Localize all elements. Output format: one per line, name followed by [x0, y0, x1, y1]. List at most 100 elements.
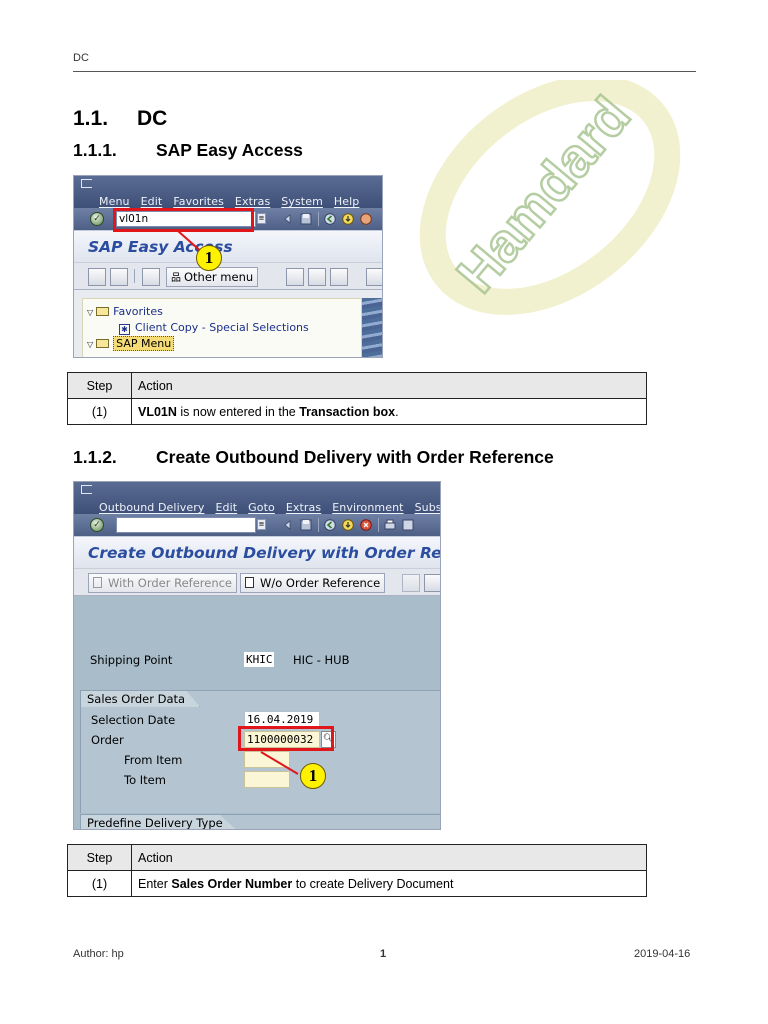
heading-1: 1.1. DC: [73, 107, 167, 131]
image-icon[interactable]: [424, 574, 440, 592]
change-favorites-icon[interactable]: [110, 268, 128, 286]
header-divider: [73, 71, 696, 72]
order-label: Order: [91, 733, 124, 747]
action-bold-text: Transaction box: [299, 404, 396, 419]
footer-author: Author: hp: [73, 948, 124, 960]
sap-title-bar: Create Outbound Delivery with Order Refe: [74, 536, 440, 568]
back-green-icon[interactable]: [324, 519, 336, 531]
menu-item-favorites[interactable]: Favorites: [173, 195, 224, 208]
menu-item-edit[interactable]: Edit: [215, 501, 237, 514]
tree-label: Favorites: [113, 305, 163, 318]
step-action: Enter Sales Order Number to create Deliv…: [131, 870, 647, 897]
hierarchy-icon: 品: [171, 273, 181, 284]
action-text: to create Delivery Document: [292, 876, 454, 891]
menu-item-help[interactable]: Help: [334, 195, 359, 208]
action-bold-text: Sales Order Number: [171, 876, 293, 891]
menu-item-extras[interactable]: Extras: [235, 195, 270, 208]
callout-number-1: 1: [300, 763, 326, 789]
back-green-icon[interactable]: [324, 213, 336, 225]
column-header-step: Step: [67, 372, 132, 399]
sap-menu-bar: Menu Edit Favorites Extras System Help: [74, 176, 382, 208]
toolbar-separator: [318, 518, 319, 532]
sap-menu-items: Outbound Delivery Edit Goto Extras Environme…: [99, 501, 440, 514]
add-to-favorites-icon[interactable]: [88, 268, 106, 286]
action-text: .: [395, 404, 399, 419]
menu-item-menu[interactable]: Menu: [99, 195, 130, 208]
sap-application-toolbar: With Order Reference W/o Order Reference: [74, 568, 440, 596]
footer-page-number: 1: [380, 948, 387, 960]
command-history-icon[interactable]: ≡: [257, 213, 266, 224]
toolbar-separator: [378, 518, 379, 532]
save-icon[interactable]: [300, 519, 312, 531]
column-header-step: Step: [67, 844, 132, 871]
steps-table-2: Step Action (1) Enter Sales Order Number…: [67, 844, 647, 897]
menu-item-subsequent[interactable]: Subse: [415, 501, 440, 514]
step-number: (1): [67, 398, 132, 425]
sap-system-toolbar: ✓ ≡: [74, 514, 440, 536]
action-bold-text: VL01N: [138, 404, 177, 419]
back-triangle-icon[interactable]: [282, 213, 294, 225]
cancel-icon[interactable]: [360, 213, 372, 225]
step-action: VL01N is now entered in the Transaction …: [131, 398, 647, 425]
save-icon[interactable]: [300, 213, 312, 225]
enter-check-icon[interactable]: ✓: [90, 518, 104, 532]
enter-check-icon[interactable]: ✓: [90, 212, 104, 226]
user-menu-icon[interactable]: [142, 268, 160, 286]
toolbar-separator: [134, 269, 135, 283]
disabled-action-icon[interactable]: [402, 574, 420, 592]
back-triangle-icon[interactable]: [282, 519, 294, 531]
other-menu-label: Other menu: [184, 270, 254, 284]
shipping-point-description: HIC - HUB: [293, 653, 350, 667]
column-header-action: Action: [131, 372, 647, 399]
more-dropdown-icon[interactable]: [366, 268, 382, 286]
sap-menu-bar: Outbound Delivery Edit Goto Extras Environme…: [74, 482, 440, 514]
transaction-command-field[interactable]: [116, 517, 256, 533]
action-text: Enter: [138, 876, 172, 891]
tree-node-client-copy[interactable]: ✱ Client Copy - Special Selections: [119, 321, 309, 335]
group-title: Sales Order Data: [80, 690, 201, 707]
footer-date: 2019-04-16: [634, 948, 691, 960]
find-icon[interactable]: [402, 519, 414, 531]
command-history-icon[interactable]: ≡: [257, 519, 266, 530]
shipping-point-field[interactable]: KHIC: [243, 651, 275, 668]
with-order-reference-button[interactable]: With Order Reference: [88, 573, 238, 593]
transaction-icon: ✱: [119, 324, 130, 335]
menu-item-environment[interactable]: Environment: [332, 501, 403, 514]
tree-node-favorites[interactable]: ▽ Favorites: [87, 305, 163, 318]
menu-item-system[interactable]: System: [281, 195, 323, 208]
highlight-order-field: [238, 726, 334, 751]
action-text: is now entered in the: [176, 404, 300, 419]
menu-item-extras[interactable]: Extras: [286, 501, 321, 514]
menu-item-edit[interactable]: Edit: [141, 195, 163, 208]
without-order-reference-button[interactable]: W/o Order Reference: [240, 573, 386, 593]
document-icon: [245, 577, 254, 588]
cancel-icon[interactable]: [360, 519, 372, 531]
button-label: W/o Order Reference: [260, 576, 381, 590]
sap-easy-access-screenshot: Menu Edit Favorites Extras System Help ✓ vl01…: [73, 175, 383, 358]
heading-title: Create Outbound Delivery with Order Refe…: [156, 447, 554, 467]
print-icon[interactable]: [384, 519, 396, 531]
button-label: With Order Reference: [108, 576, 233, 590]
heading-1-title: DC: [137, 107, 168, 130]
table-row: (1) VL01N is now entered in the Transact…: [67, 398, 647, 425]
heading-1-number: 1.1.: [73, 107, 109, 130]
create-role-icon[interactable]: [286, 268, 304, 286]
heading-number: 1.1.1.: [73, 140, 117, 160]
menu-item-goto[interactable]: Goto: [248, 501, 275, 514]
exit-yellow-icon[interactable]: [342, 519, 354, 531]
folder-icon: [96, 307, 110, 316]
selection-date-label: Selection Date: [91, 713, 176, 727]
sap-application-toolbar: 品 Other menu: [74, 262, 382, 290]
heading-sap-easy-access: 1.1.1. SAP Easy Access: [73, 140, 303, 161]
tree-label: SAP Menu: [113, 336, 175, 351]
expand-triangle-icon: ▽: [87, 340, 94, 349]
menu-item-outbound-delivery[interactable]: Outbound Delivery: [99, 501, 204, 514]
tree-label: Client Copy - Special Selections: [135, 321, 309, 334]
window-corner-icon: [81, 485, 92, 494]
documentation-pencil-icon[interactable]: [330, 268, 348, 286]
exit-yellow-icon[interactable]: [342, 213, 354, 225]
step-number: (1): [67, 870, 132, 897]
assign-users-icon[interactable]: [308, 268, 326, 286]
to-item-label: To Item: [124, 773, 166, 787]
tree-node-sap-menu[interactable]: ▽ SAP Menu: [87, 336, 175, 351]
